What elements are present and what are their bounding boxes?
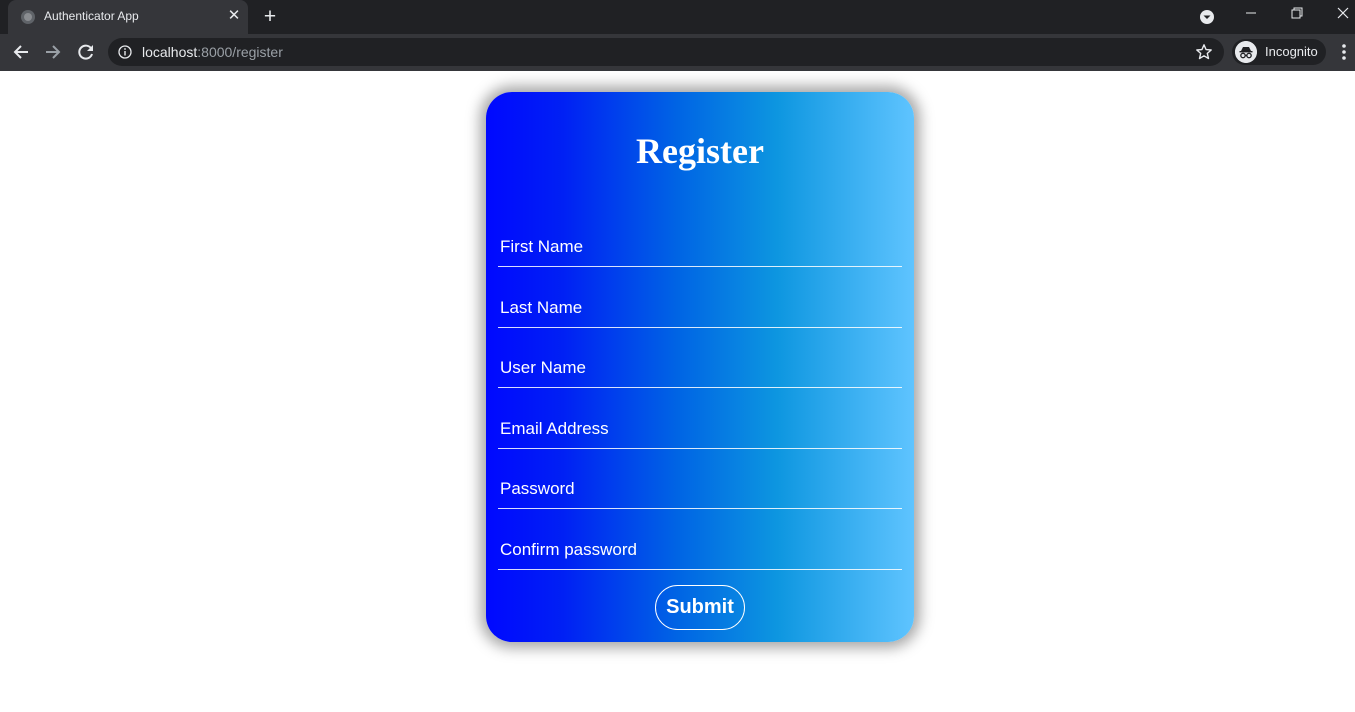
incognito-profile-button[interactable]: Incognito xyxy=(1232,39,1326,65)
url-path: :8000/register xyxy=(197,44,283,60)
more-menu-icon[interactable] xyxy=(1334,42,1354,62)
forward-arrow-icon[interactable] xyxy=(40,39,66,65)
info-icon[interactable] xyxy=(118,45,132,59)
register-title: Register xyxy=(636,131,764,171)
restore-icon[interactable] xyxy=(1274,0,1320,32)
globe-icon xyxy=(21,10,35,24)
last-name-input[interactable] xyxy=(498,288,902,328)
tab-title: Authenticator App xyxy=(44,9,139,23)
first-name-input[interactable] xyxy=(498,227,902,267)
incognito-label: Incognito xyxy=(1265,44,1318,59)
register-card: Register Submit xyxy=(486,92,914,642)
tab-close-icon[interactable]: ✕ xyxy=(224,6,244,26)
url-host: localhost xyxy=(142,44,198,60)
incognito-icon xyxy=(1235,41,1257,63)
minimize-icon[interactable] xyxy=(1228,0,1274,32)
reload-icon[interactable] xyxy=(73,39,99,65)
browser-toolbar: localhost:8000/register Incognito xyxy=(0,34,1355,71)
browser-titlebar: Authenticator App ✕ + xyxy=(0,0,1355,34)
new-tab-icon[interactable]: + xyxy=(258,5,282,29)
window-close-icon[interactable] xyxy=(1320,0,1355,32)
confirm-password-input[interactable] xyxy=(498,530,902,570)
url-text[interactable]: localhost:8000/register xyxy=(142,44,283,60)
back-arrow-icon[interactable] xyxy=(8,39,34,65)
address-bar[interactable]: localhost:8000/register xyxy=(108,38,1224,66)
submit-button[interactable]: Submit xyxy=(655,585,745,630)
browser-tab[interactable]: Authenticator App ✕ xyxy=(8,0,248,34)
email-address-input[interactable] xyxy=(498,409,902,449)
user-name-input[interactable] xyxy=(498,348,902,388)
tab-search-icon[interactable] xyxy=(1198,8,1216,26)
password-input[interactable] xyxy=(498,469,902,509)
bookmark-star-icon[interactable] xyxy=(1195,43,1213,61)
